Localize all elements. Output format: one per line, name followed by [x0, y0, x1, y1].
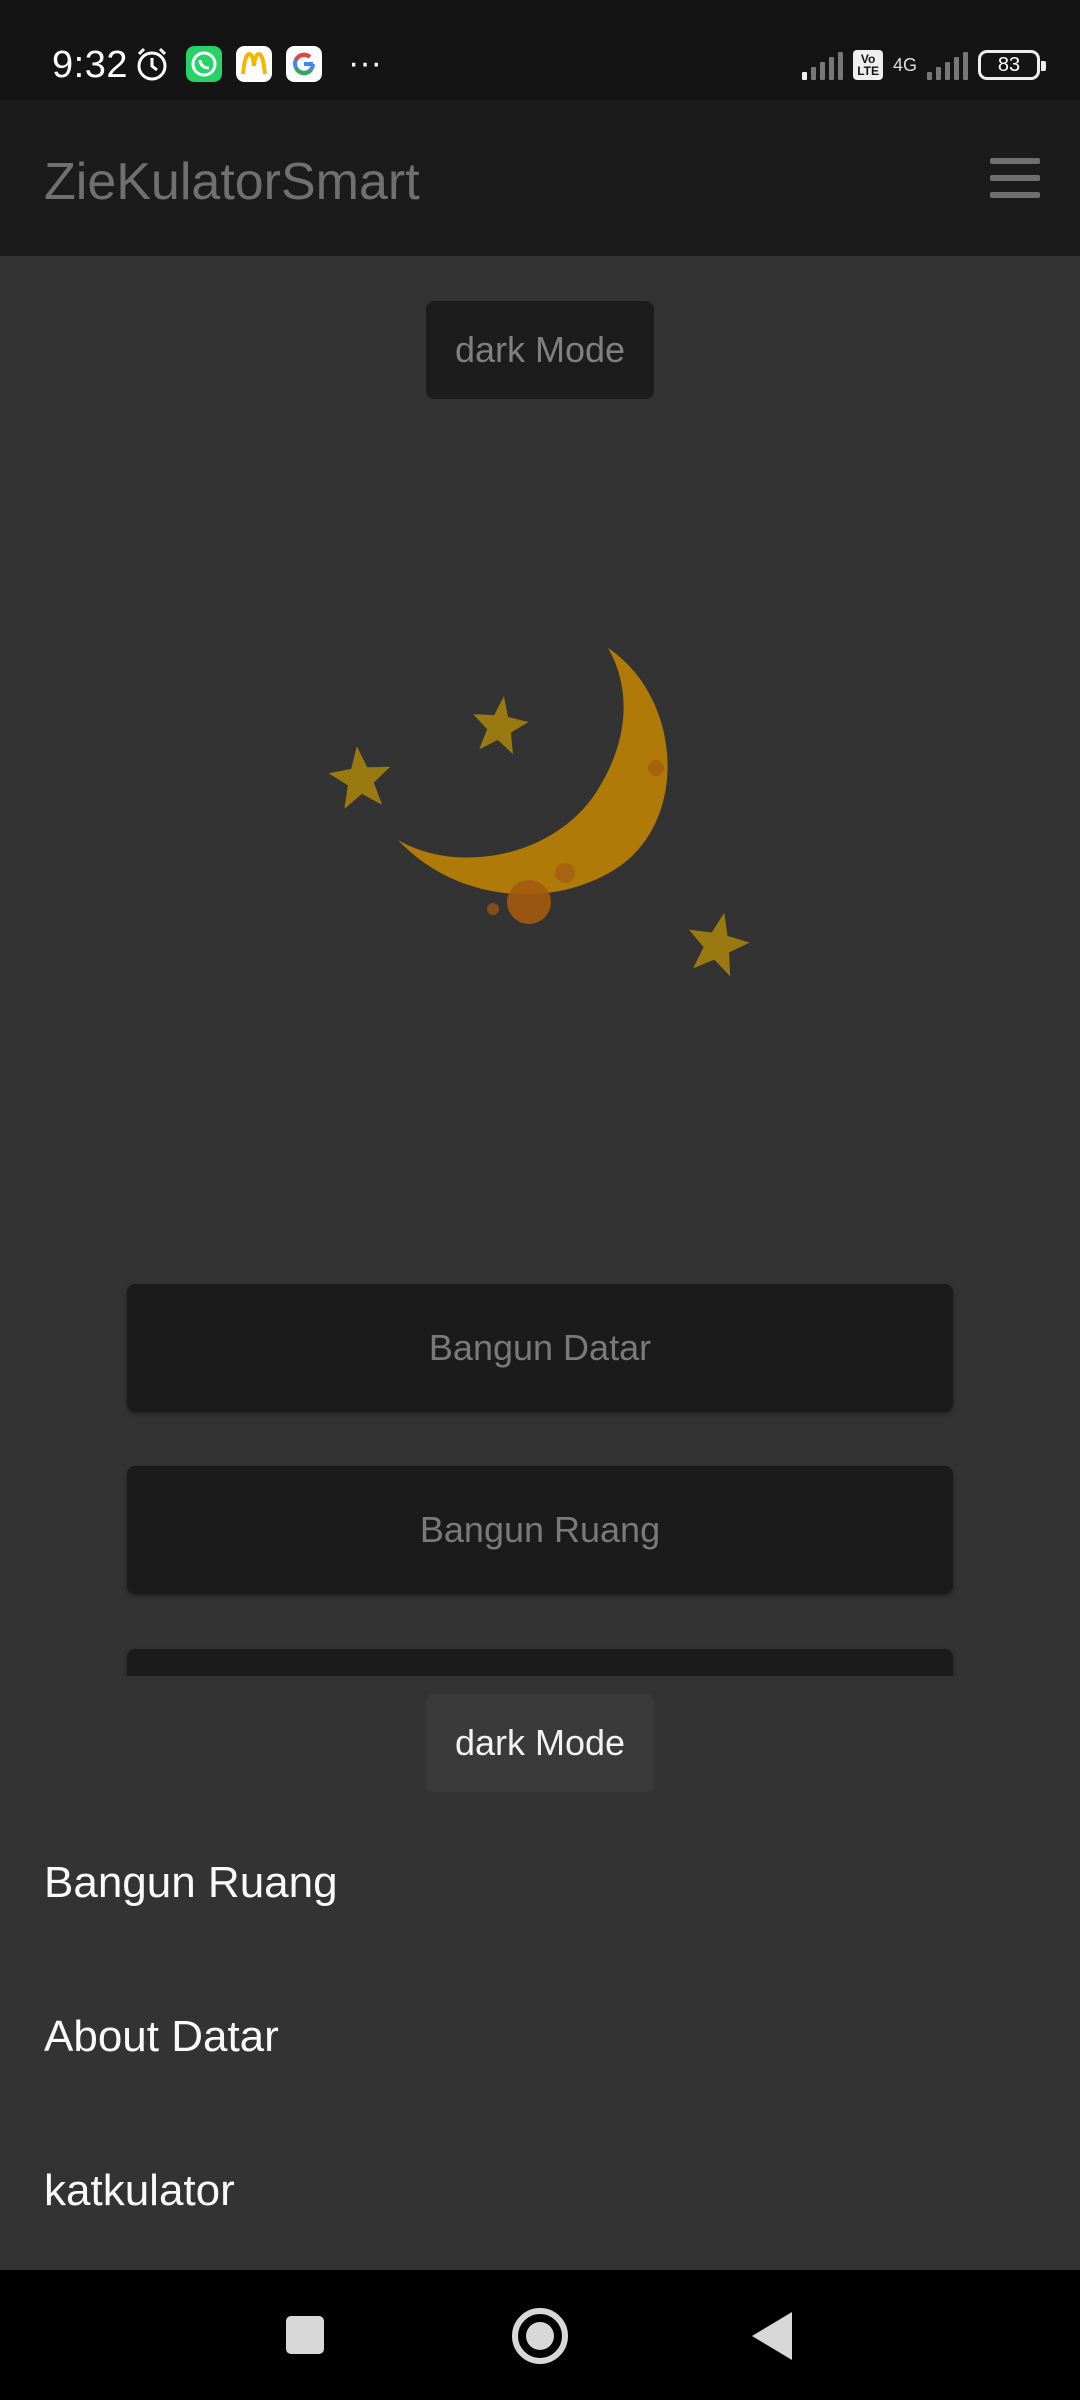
drawer-dark-mode-button[interactable]: dark Mode: [426, 1694, 654, 1792]
home-icon[interactable]: [512, 2308, 568, 2364]
system-navigation-bar: [0, 2270, 1080, 2400]
next-button-partial[interactable]: [127, 1649, 953, 1679]
signal-strength-icon: [802, 50, 844, 80]
moon-icon: [398, 648, 668, 924]
mcdonalds-icon: [236, 46, 272, 82]
whatsapp-icon: [186, 46, 222, 82]
app-title: ZieKulatorSmart: [44, 153, 420, 211]
drawer-item-katkulator[interactable]: katkulator: [44, 2166, 235, 2216]
app-bar: ZieKulatorSmart: [0, 100, 1080, 256]
status-time: 9:32: [52, 44, 128, 86]
star-icon: [688, 912, 750, 977]
battery-icon: 83: [978, 50, 1046, 80]
volte-badge: Vo LTE: [853, 50, 883, 80]
more-notifications-icon: ···: [348, 44, 382, 82]
hamburger-menu-icon[interactable]: [990, 158, 1040, 198]
recents-icon[interactable]: [286, 2316, 324, 2354]
moon-stars-illustration: [328, 648, 750, 977]
main-content: dark Mode Bangun Datar Bangun Ruang: [0, 256, 1080, 1679]
dark-mode-button[interactable]: dark Mode: [426, 301, 654, 399]
status-indicators: Vo LTE 4G 83: [802, 48, 1046, 82]
alarm-icon: [137, 47, 167, 81]
back-icon[interactable]: [752, 2312, 792, 2360]
battery-level: 83: [997, 53, 1021, 76]
star-icon: [473, 696, 529, 755]
bangun-ruang-button[interactable]: Bangun Ruang: [127, 1466, 953, 1594]
google-icon: [286, 46, 322, 82]
status-bar: 9:32 ··· Vo LTE 4G 83: [0, 0, 1080, 100]
drawer-item-bangun-ruang[interactable]: Bangun Ruang: [44, 1858, 338, 1908]
star-icon: [328, 746, 391, 809]
network-type: 4G: [892, 54, 917, 75]
signal-strength-2-icon: [927, 50, 968, 80]
bangun-datar-button[interactable]: Bangun Datar: [127, 1284, 953, 1412]
drawer-menu: dark Mode Bangun Ruang About Datar katku…: [0, 1676, 1080, 2270]
drawer-item-about-datar[interactable]: About Datar: [44, 2012, 279, 2062]
